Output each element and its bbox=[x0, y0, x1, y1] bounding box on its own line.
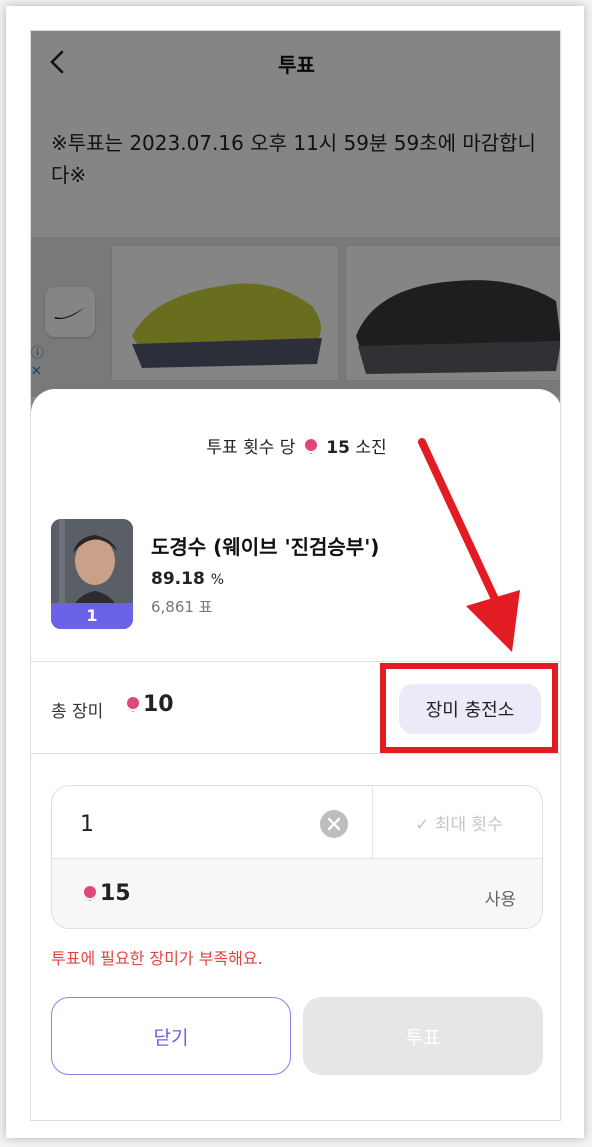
usage-number: 15 bbox=[100, 881, 131, 906]
max-count-button[interactable]: ✓ 최대 횟수 bbox=[374, 786, 542, 858]
clear-icon[interactable] bbox=[320, 810, 348, 838]
cost-amount: 15 bbox=[326, 438, 350, 458]
usage-row: 15 사용 bbox=[52, 858, 542, 928]
error-message: 투표에 필요한 장미가 부족해요. bbox=[51, 949, 263, 968]
close-button[interactable]: 닫기 bbox=[51, 997, 291, 1075]
percent-value: 89.18 bbox=[151, 569, 205, 589]
percent-unit: % bbox=[210, 572, 225, 588]
candidate-name: 도경수 (웨이브 '진검승부') bbox=[151, 535, 380, 559]
divider bbox=[31, 661, 560, 662]
divider bbox=[372, 786, 373, 858]
dim-overlay[interactable] bbox=[31, 31, 560, 431]
candidate-photo: 1 bbox=[51, 519, 133, 629]
background-page: 투표 ※투표는 2023.07.16 오후 11시 59분 59초에 마감합니다… bbox=[31, 31, 560, 431]
vote-bottom-sheet: 투표 횟수 당 15 소진 1 도경수 (웨이브 '진검승부') 89.18 %… bbox=[31, 389, 560, 1120]
vote-count-input[interactable]: 1 bbox=[80, 812, 94, 837]
rose-icon bbox=[127, 697, 139, 712]
cost-suffix: 소진 bbox=[355, 438, 387, 458]
screenshot-frame: 투표 ※투표는 2023.07.16 오후 11시 59분 59초에 마감합니다… bbox=[6, 6, 584, 1138]
rose-icon bbox=[84, 886, 96, 901]
highlight-box bbox=[380, 663, 558, 753]
phone-screen: 투표 ※투표는 2023.07.16 오후 11시 59분 59초에 마감합니다… bbox=[30, 30, 561, 1121]
total-roses-value: 10 bbox=[123, 692, 174, 717]
divider bbox=[31, 753, 560, 754]
cost-per-vote: 투표 횟수 당 15 소진 bbox=[31, 433, 560, 458]
total-roses-number: 10 bbox=[143, 692, 174, 717]
vote-button[interactable]: 투표 bbox=[303, 997, 543, 1075]
cost-prefix: 투표 횟수 당 bbox=[206, 438, 296, 458]
rank-badge: 1 bbox=[51, 603, 133, 629]
vote-count-input-group: 1 ✓ 최대 횟수 15 사용 bbox=[51, 785, 543, 929]
candidate-votes: 6,861 표 bbox=[151, 598, 213, 616]
rose-icon bbox=[304, 439, 317, 454]
usage-label: 사용 bbox=[484, 890, 516, 910]
total-roses-label: 총 장미 bbox=[51, 702, 104, 722]
usage-value: 15 bbox=[80, 881, 131, 906]
candidate-percent: 89.18 % bbox=[151, 569, 224, 589]
